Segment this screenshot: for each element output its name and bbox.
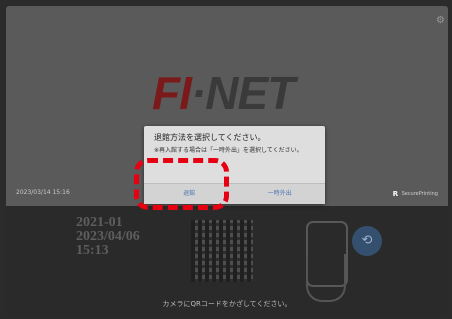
fi-net-logo: FI·NET: [152, 66, 295, 120]
logo-right: NET: [205, 67, 295, 119]
gear-icon[interactable]: ⚙: [436, 16, 446, 26]
logo-left: FI: [152, 67, 192, 119]
hand-icon: [306, 254, 346, 302]
kiosk-screen: ⚙ FI·NET 2023/03/14 15:16 ʀ SecurePrinti…: [6, 6, 448, 315]
logo-sep: ·: [190, 67, 206, 119]
exit-button-highlight: [134, 158, 229, 210]
datetime-text: 2023/03/14 15:16: [16, 189, 70, 196]
scan-icon: ⟲: [352, 226, 382, 256]
ticket-line-2: 2023/04/06: [76, 229, 140, 244]
brand-name: SecurePrinting: [401, 191, 438, 197]
ticket-line-1: 2021-01: [76, 215, 123, 230]
ticket-text: 2021-01 2023/04/06 15:13: [76, 216, 140, 258]
brand-badge: ʀ SecurePrinting: [393, 189, 438, 199]
qr-code-image: [191, 220, 253, 282]
ticket-line-3: 15:13: [76, 243, 109, 258]
temporary-leave-button[interactable]: 一時外出: [235, 184, 326, 204]
scan-instruction: カメラにQRコードをかざしてください。: [162, 300, 292, 308]
brand-logo-icon: ʀ: [392, 189, 399, 199]
dialog-note: ※再入館する場合は「一時外出」を選択してください。: [154, 147, 303, 154]
dialog-title: 退館方法を選択してください。: [154, 133, 266, 142]
